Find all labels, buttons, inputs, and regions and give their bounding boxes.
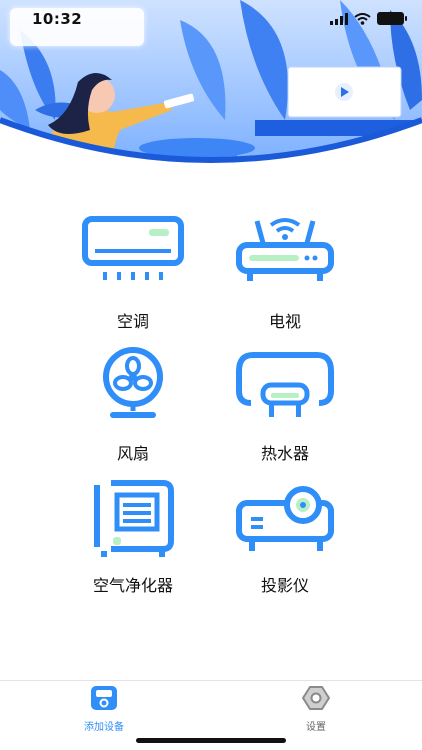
status-time: 10:32 (32, 10, 83, 28)
remote-device-icon (91, 686, 117, 710)
gear-icon (302, 686, 330, 710)
device-label: 空气净化器 (92, 576, 173, 595)
device-water-heater[interactable]: 热水器 (210, 347, 360, 467)
device-projector[interactable]: 投影仪 (210, 479, 360, 599)
air-purifier-icon (94, 480, 174, 557)
tab-label: 设置 (306, 722, 326, 733)
signal-icon (330, 12, 348, 25)
tab-settings[interactable]: 设置 (276, 685, 356, 733)
device-fan[interactable]: 风扇 (58, 347, 208, 467)
device-label: 风扇 (116, 444, 149, 463)
system-icons (330, 12, 407, 25)
fan-icon (103, 347, 163, 418)
device-label: 热水器 (260, 444, 309, 463)
tv-router-icon (236, 218, 334, 281)
device-air-purifier[interactable]: 空气净化器 (58, 479, 208, 599)
device-label: 投影仪 (260, 576, 309, 595)
status-bar: 10:32 (0, 0, 422, 46)
device-label: 空调 (116, 312, 149, 331)
tab-label: 添加设备 (84, 722, 124, 733)
battery-icon (377, 12, 407, 25)
water-heater-icon (236, 352, 334, 417)
device-air-conditioner[interactable]: 空调 (58, 215, 208, 335)
projector-icon (236, 486, 334, 551)
air-conditioner-icon (82, 216, 184, 280)
wifi-icon (354, 12, 371, 25)
device-tv[interactable]: 电视 (210, 215, 360, 335)
app-screen: 10:32 空调 电视 风扇 热水器 空气净化器 投影仪 添加设备 设置 (0, 0, 422, 750)
home-indicator (136, 738, 286, 743)
tab-add-device[interactable]: 添加设备 (64, 685, 144, 733)
device-label: 电视 (268, 312, 301, 331)
